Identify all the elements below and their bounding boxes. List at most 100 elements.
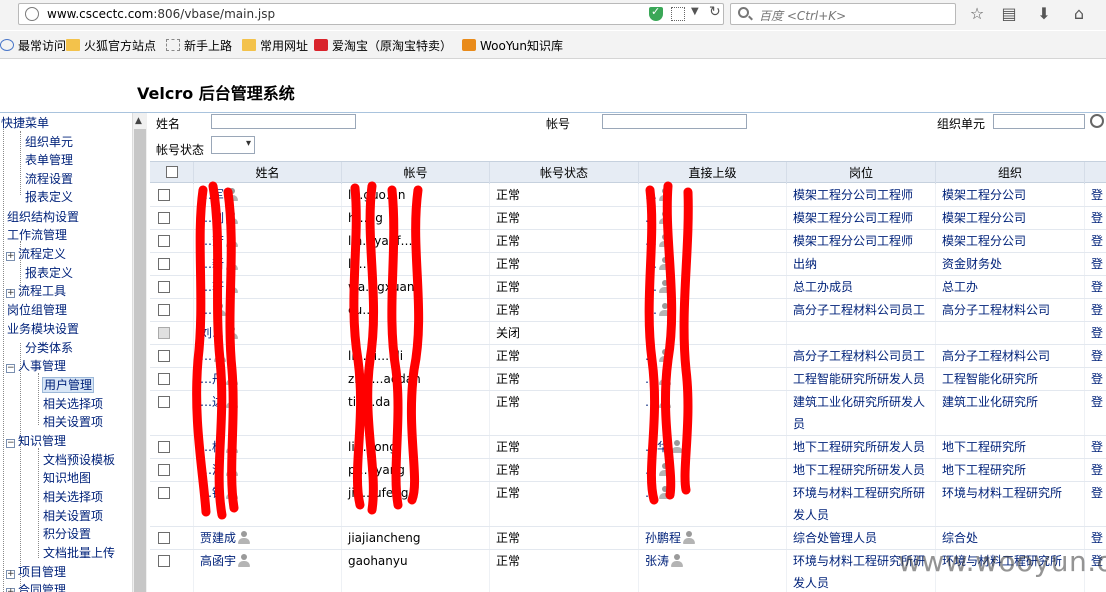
tree-item-post-group[interactable]: 岗位组管理 — [6, 301, 67, 319]
column-header-name[interactable]: 姓名 — [194, 162, 342, 184]
cell-post[interactable]: 出纳 — [787, 253, 936, 275]
cell-post[interactable]: 模架工程分公司工程师 — [787, 230, 936, 252]
person-icon[interactable] — [226, 280, 239, 294]
cell-manager[interactable]: … — [639, 391, 787, 435]
cell-name[interactable]: …刚 — [194, 207, 342, 229]
cell-name[interactable]: … — [194, 345, 342, 367]
search-icon[interactable] — [1090, 114, 1104, 128]
expand-icon[interactable]: + — [6, 570, 15, 579]
cell-name[interactable]: …芳 — [194, 230, 342, 252]
tree-item-flow-definition[interactable]: + 流程定义 — [6, 245, 66, 263]
cell-post[interactable]: 高分子工程材料公司员工 — [787, 299, 936, 321]
org-unit-filter-input[interactable] — [993, 114, 1085, 129]
cell-extra[interactable]: 登 — [1085, 276, 1106, 298]
cell-manager[interactable]: … — [639, 253, 787, 275]
tree-item-user-management[interactable]: 用户管理 — [42, 376, 95, 394]
row-checkbox[interactable] — [158, 555, 170, 567]
cell-manager[interactable]: … — [639, 207, 787, 229]
row-checkbox[interactable] — [158, 464, 170, 476]
cell-org[interactable]: 资金财务处 — [936, 253, 1085, 275]
cell-extra[interactable]: 登 — [1085, 345, 1106, 367]
cell-manager[interactable] — [639, 322, 787, 344]
tree-scrollbar[interactable]: ▲ — [132, 113, 147, 592]
cell-name[interactable]: …丹 — [194, 368, 342, 390]
tree-item-org-structure[interactable]: 组织结构设置 — [6, 208, 79, 226]
cell-name[interactable]: …军 — [194, 184, 342, 206]
row-checkbox[interactable] — [158, 304, 170, 316]
cell-post[interactable]: 地下工程研究所研发人员 — [787, 436, 936, 458]
table-row[interactable]: …洋 p…gyang 正常 … 地下工程研究所研发人员 地下工程研究所 登 — [150, 459, 1106, 482]
tree-item-km-related-options[interactable]: 相关选择项 — [42, 488, 103, 506]
url-bar[interactable]: www.cscectc.com:806/vbase/main.jsp ▼ ↻ — [18, 3, 724, 25]
person-icon[interactable] — [659, 303, 671, 317]
cell-name[interactable]: … — [194, 299, 342, 321]
person-icon[interactable] — [226, 463, 239, 477]
person-icon[interactable] — [659, 349, 671, 363]
cell-manager[interactable]: … — [639, 276, 787, 298]
cell-name[interactable]: …锋 — [194, 482, 342, 526]
row-checkbox[interactable] — [158, 532, 170, 544]
tree-item-hr-management[interactable]: − 人事管理 — [6, 357, 66, 375]
tree-item-report-definition-2[interactable]: 报表定义 — [24, 264, 73, 282]
account-filter-input[interactable] — [602, 114, 747, 129]
cell-post[interactable]: 总工办成员 — [787, 276, 936, 298]
person-icon[interactable] — [214, 303, 226, 317]
column-header-account[interactable]: 帐号 — [342, 162, 490, 184]
cell-extra[interactable]: 登 — [1085, 391, 1106, 435]
row-checkbox[interactable] — [158, 373, 170, 385]
expand-icon[interactable]: + — [6, 252, 15, 261]
expand-icon[interactable]: + — [6, 588, 15, 592]
cell-extra[interactable]: 登 — [1085, 436, 1106, 458]
person-icon[interactable] — [226, 326, 239, 340]
cell-name[interactable]: …达 — [194, 391, 342, 435]
select-all-checkbox[interactable] — [165, 166, 178, 178]
cell-extra[interactable]: 登 — [1085, 207, 1106, 229]
collapse-icon[interactable]: − — [6, 364, 15, 373]
person-icon[interactable] — [659, 188, 671, 202]
person-icon[interactable] — [659, 280, 671, 294]
bookmark-common-sites[interactable]: 常用网址 — [242, 37, 308, 54]
expand-icon[interactable]: + — [6, 289, 15, 298]
cell-post[interactable]: 模架工程分公司工程师 — [787, 184, 936, 206]
table-row[interactable]: … li…xi…oli 正常 … 高分子工程材料公司员工 高分子工程材料公司 登 — [150, 345, 1106, 368]
table-row[interactable]: …军 l…guo…n 正常 … 模架工程分公司工程师 模架工程分公司 登 — [150, 184, 1106, 207]
row-checkbox[interactable] — [158, 350, 170, 362]
tree-item-workflow[interactable]: 工作流管理 — [6, 226, 67, 244]
bookmark-most-visited[interactable]: 最常访问 — [0, 37, 66, 54]
column-header-post[interactable]: 岗位 — [787, 162, 936, 184]
shield-icon[interactable] — [649, 5, 663, 21]
tree-item-knowledge-management[interactable]: − 知识管理 — [6, 432, 66, 450]
person-icon[interactable] — [226, 234, 239, 248]
cell-post[interactable]: 工程智能研究所研发人员 — [787, 368, 936, 390]
cell-manager[interactable]: … — [639, 368, 787, 390]
cell-org[interactable] — [936, 322, 1085, 344]
cell-name[interactable]: 刘… — [194, 322, 342, 344]
cell-org[interactable]: 地下工程研究所 — [936, 436, 1085, 458]
person-icon[interactable] — [226, 211, 239, 225]
tree-item-classification[interactable]: 分类体系 — [24, 339, 73, 357]
tree-item-form-management[interactable]: 表单管理 — [24, 151, 73, 169]
cell-extra[interactable]: 登 — [1085, 184, 1106, 206]
scroll-up-icon[interactable]: ▲ — [135, 116, 142, 126]
person-icon[interactable] — [226, 395, 239, 409]
reading-list-icon[interactable]: ▤ — [998, 4, 1020, 24]
column-header-manager[interactable]: 直接上级 — [639, 162, 787, 184]
person-icon[interactable] — [659, 372, 671, 386]
tree-item-knowledge-map[interactable]: 知识地图 — [42, 469, 91, 487]
person-icon[interactable] — [214, 349, 226, 363]
cell-org[interactable]: 总工办 — [936, 276, 1085, 298]
table-row[interactable]: …刚 h…ng 正常 … 模架工程分公司工程师 模架工程分公司 登 — [150, 207, 1106, 230]
column-header-status[interactable]: 帐号状态 — [490, 162, 639, 184]
cell-name[interactable]: 高函宇 — [194, 550, 342, 592]
download-icon[interactable]: ⬇ — [1033, 4, 1055, 24]
cell-manager[interactable]: … — [639, 345, 787, 367]
person-icon[interactable] — [226, 257, 239, 271]
cell-post[interactable] — [787, 322, 936, 344]
cell-extra[interactable]: 登 — [1085, 459, 1106, 481]
cell-org[interactable]: 模架工程分公司 — [936, 184, 1085, 206]
qr-code-icon[interactable] — [671, 7, 685, 21]
person-icon[interactable] — [683, 531, 696, 545]
person-icon[interactable] — [659, 234, 671, 248]
column-header-org[interactable]: 组织 — [936, 162, 1085, 184]
row-checkbox[interactable] — [158, 258, 170, 270]
